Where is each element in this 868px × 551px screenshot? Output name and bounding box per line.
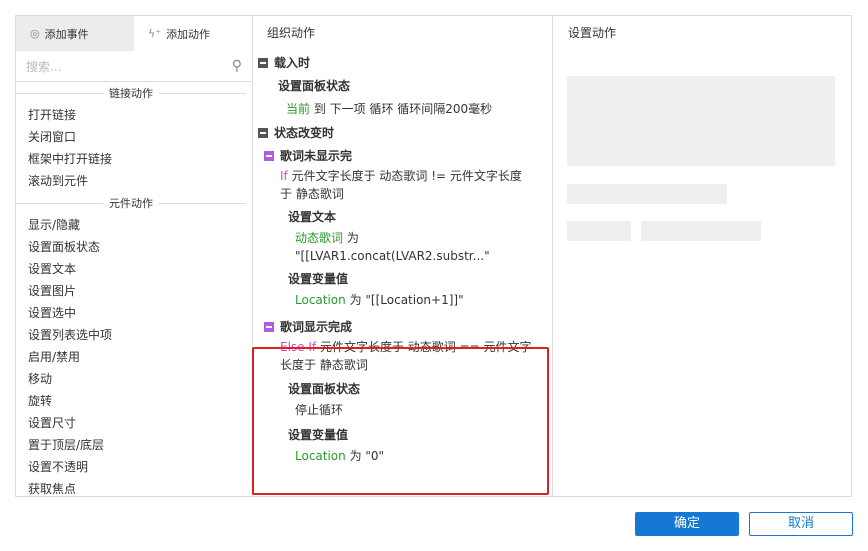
placeholder-block (641, 221, 761, 241)
placeholder-block (567, 184, 727, 204)
placeholder-block (567, 221, 631, 241)
placeholder-block (567, 76, 835, 166)
action-list-item[interactable]: 关闭窗口 (16, 126, 252, 148)
action-list-item[interactable]: 打开链接 (16, 104, 252, 126)
action-list-item[interactable]: 启用/禁用 (16, 346, 252, 368)
search-input[interactable]: 搜索... ⚲ (16, 51, 252, 82)
dialog-frame: ◎ 添加事件 ϟ⁺ 添加动作 搜索... ⚲ 链接动作 打开链接 关闭窗口 框架中打开链接… (15, 15, 852, 497)
collapse-icon[interactable] (258, 127, 268, 138)
organize-actions-panel: 组织动作 载入时 设置面板状态 当前 到 下一项 循环 循环间隔200毫秒 状态… (252, 16, 553, 496)
action-list-item[interactable]: 设置文本 (16, 258, 252, 280)
action-library-panel: ◎ 添加事件 ϟ⁺ 添加动作 搜索... ⚲ 链接动作 打开链接 关闭窗口 框架中打开链接… (16, 16, 253, 496)
collapse-icon[interactable] (258, 57, 268, 68)
case-1[interactable]: 歌词未显示完 If 元件文字长度于 动态歌词 != 元件文字长度于 静态歌词 设… (258, 144, 552, 315)
section-link-actions: 链接动作 (16, 82, 252, 104)
cursor-click-icon: ◎ (30, 27, 40, 40)
action-list-item[interactable]: 置于顶层/底层 (16, 434, 252, 456)
action-list-item[interactable]: 移动 (16, 368, 252, 390)
lightning-plus-icon: ϟ⁺ (148, 27, 162, 40)
configure-action-panel: 设置动作 (553, 16, 851, 496)
action-list-item[interactable]: 框架中打开链接 (16, 148, 252, 170)
action-set-panel-state[interactable]: 设置面板状态 (278, 74, 552, 98)
action-list-item[interactable]: 设置尺寸 (16, 412, 252, 434)
action-list-item[interactable]: 获取焦点 (16, 478, 252, 496)
tab-add-event[interactable]: ◎ 添加事件 (16, 16, 134, 51)
action-list-item[interactable]: 设置面板状态 (16, 236, 252, 258)
panel-title: 组织动作 (267, 26, 316, 40)
cancel-button[interactable]: 取消 (749, 512, 853, 536)
action-list-item[interactable]: 设置列表选中项 (16, 324, 252, 346)
action-list-item[interactable]: 滚动到元件 (16, 170, 252, 192)
ok-button[interactable]: 确定 (635, 512, 739, 536)
action-list-item[interactable]: 设置图片 (16, 280, 252, 302)
selected-case-highlight (252, 347, 549, 495)
tab-add-action[interactable]: ϟ⁺ 添加动作 (134, 16, 252, 51)
action-list-item[interactable]: 显示/隐藏 (16, 214, 252, 236)
action-list-item[interactable]: 设置不透明 (16, 456, 252, 478)
collapse-icon[interactable] (264, 321, 274, 332)
event-on-state-change[interactable]: 状态改变时 (258, 121, 552, 144)
action-list-item[interactable]: 设置选中 (16, 302, 252, 324)
section-widget-actions: 元件动作 (16, 192, 252, 214)
collapse-icon[interactable] (264, 150, 274, 161)
search-icon[interactable]: ⚲ (232, 58, 242, 74)
action-list-item[interactable]: 旋转 (16, 390, 252, 412)
event-on-load[interactable]: 载入时 (258, 51, 552, 74)
